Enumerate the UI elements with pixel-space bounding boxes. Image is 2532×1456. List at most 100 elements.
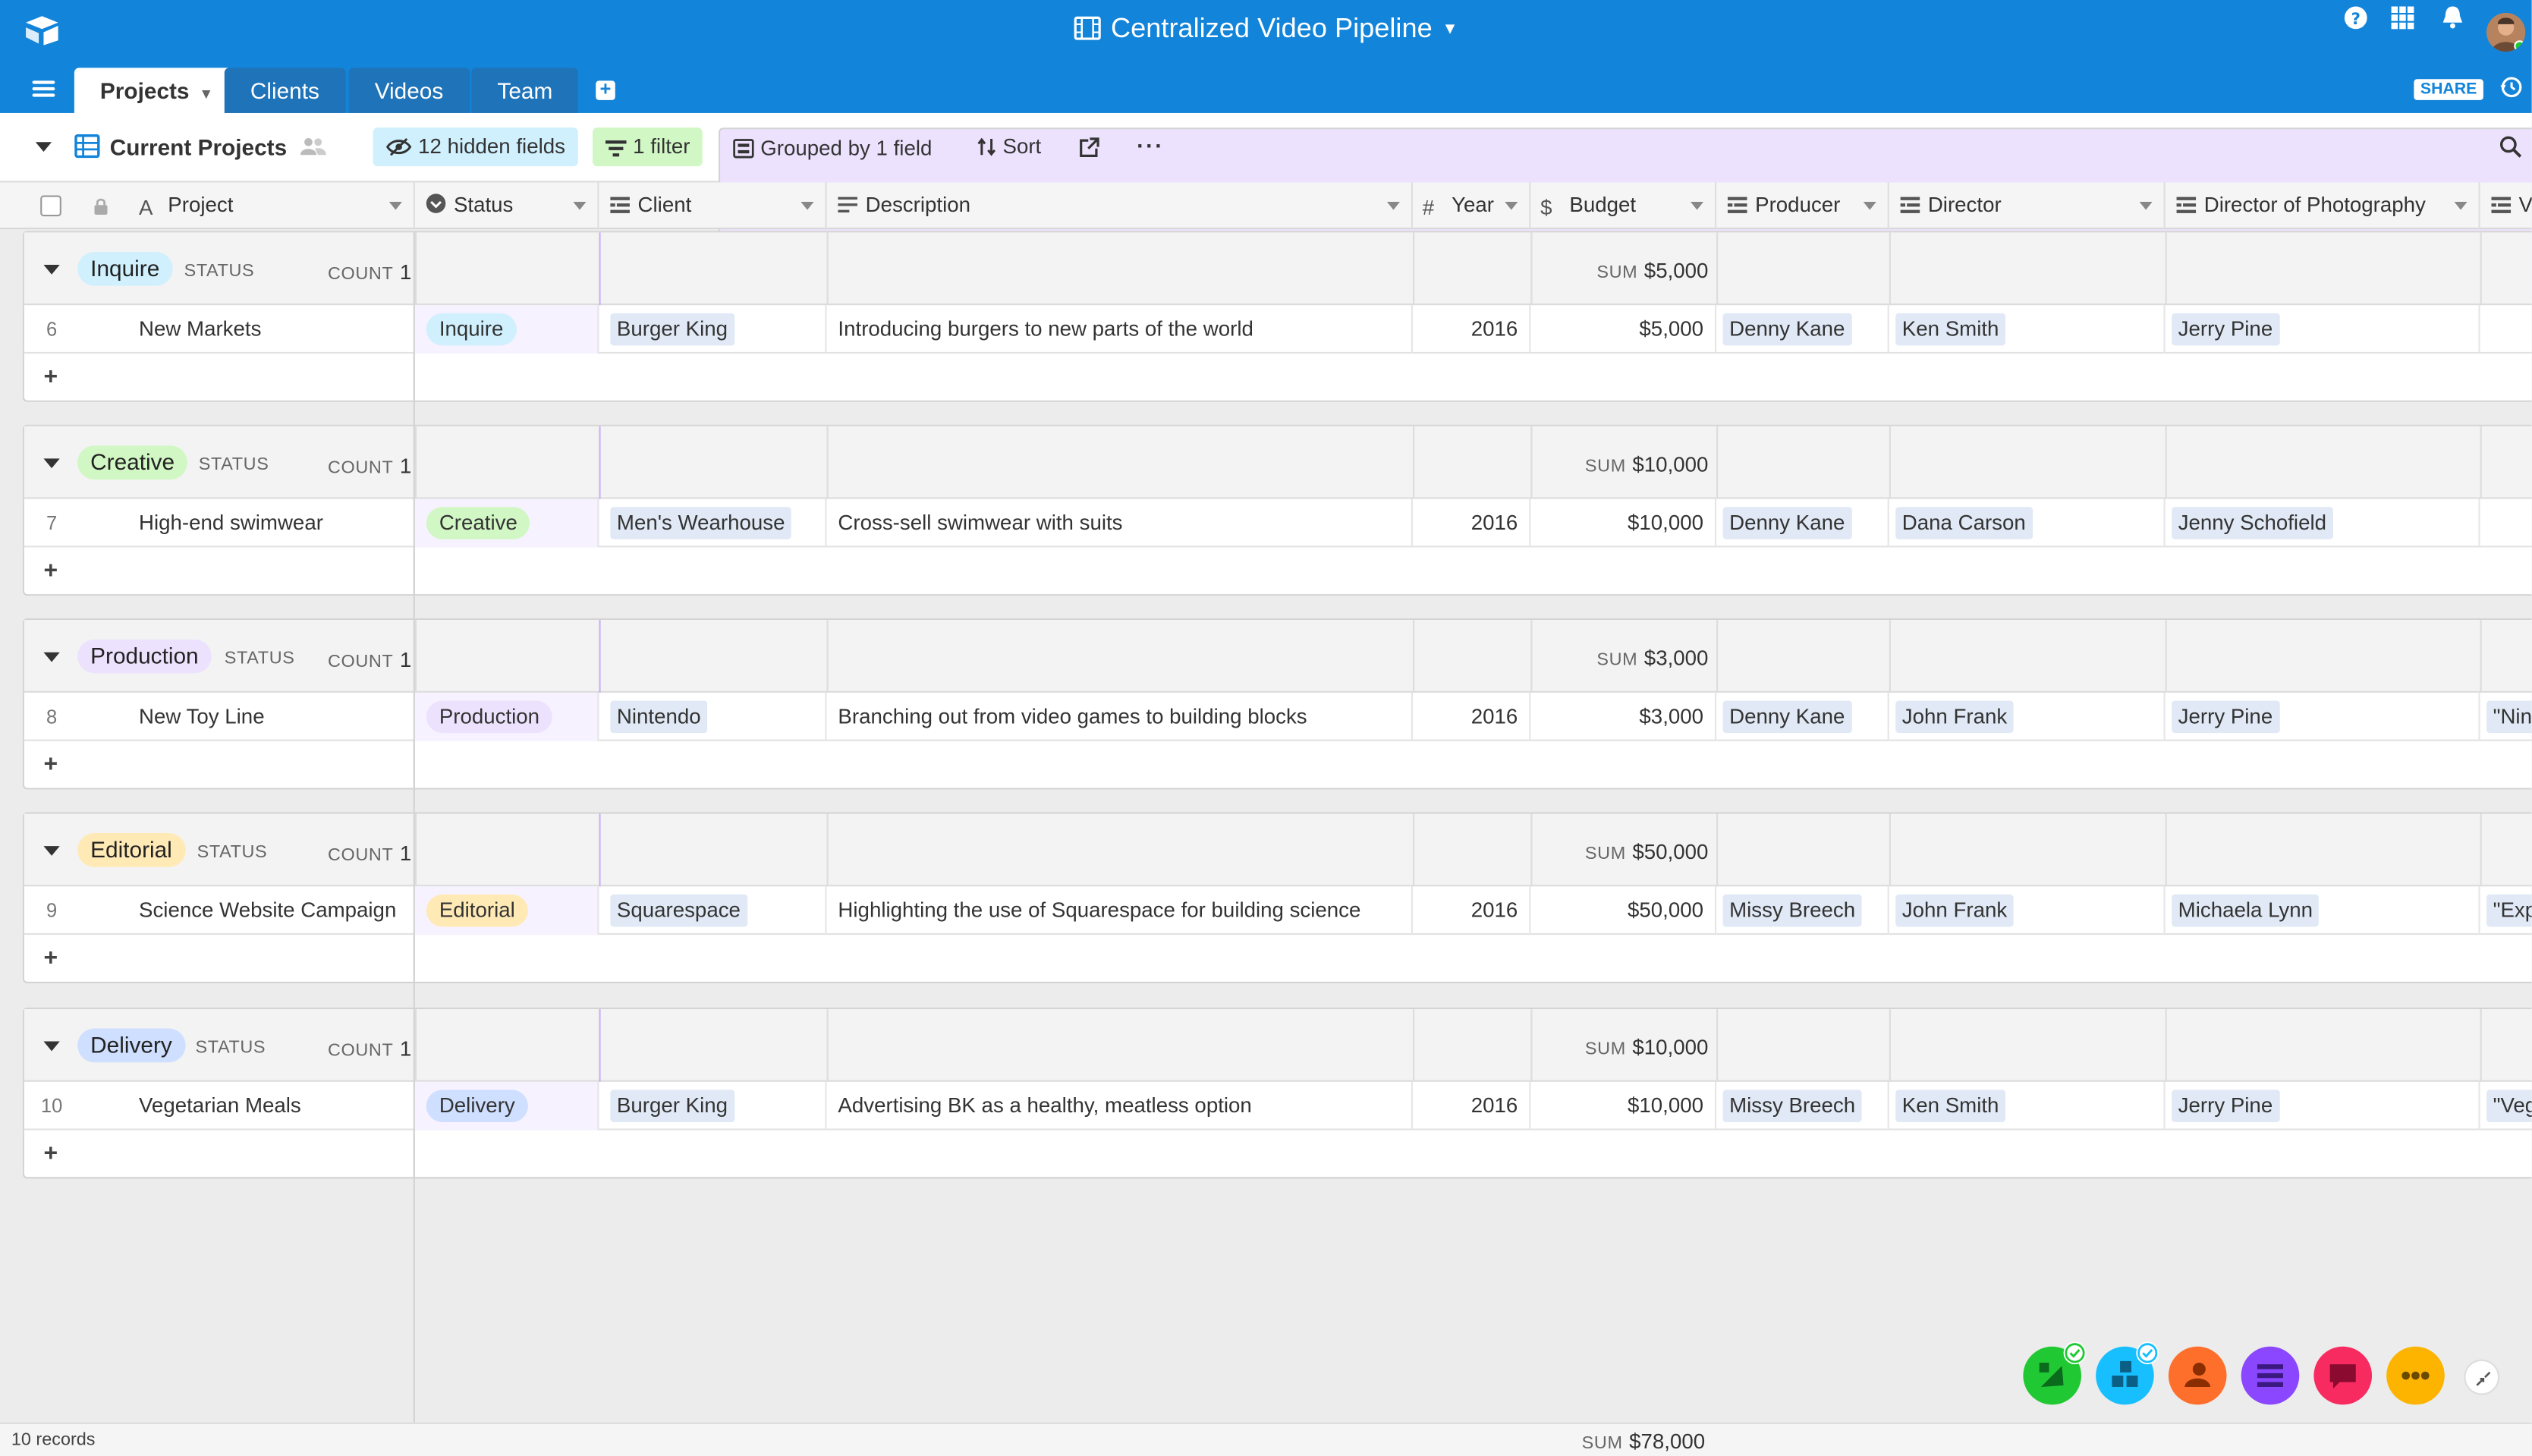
- cell-dop[interactable]: Jerry Pine: [2166, 305, 2480, 354]
- cell-client[interactable]: Nintendo: [599, 692, 827, 741]
- table-row[interactable]: 6 New Markets Inquire Burger King Introd…: [24, 305, 2532, 354]
- linked-record-chip[interactable]: Nintendo: [610, 700, 708, 734]
- cell-description[interactable]: Cross-sell swimwear with suits: [827, 498, 1413, 548]
- collapse-group-icon[interactable]: [43, 264, 60, 275]
- cell-director[interactable]: Ken Smith: [1889, 1081, 2166, 1131]
- linked-record-chip[interactable]: Ken Smith: [1895, 313, 2005, 346]
- cell-project[interactable]: High-end swimwear: [127, 498, 415, 548]
- more-options-button[interactable]: ···: [1137, 132, 1164, 158]
- column-header-director[interactable]: Director: [1889, 182, 2166, 230]
- cell-producer[interactable]: Denny Kane: [1716, 305, 1889, 354]
- hidden-fields-button[interactable]: 12 hidden fields: [373, 127, 578, 167]
- more-apps-icon[interactable]: [2386, 1346, 2445, 1405]
- column-menu-caret-icon[interactable]: [1505, 202, 1518, 210]
- linked-record-chip[interactable]: Jenny Schofield: [2172, 507, 2333, 539]
- user-avatar[interactable]: [2486, 13, 2526, 52]
- cell-director[interactable]: John Frank: [1889, 692, 2166, 741]
- table-row[interactable]: 8 New Toy Line Production Nintendo Branc…: [24, 692, 2532, 741]
- cell-project[interactable]: Vegetarian Meals: [127, 1081, 415, 1131]
- frozen-column-divider[interactable]: [413, 231, 415, 1456]
- add-record-button[interactable]: +: [24, 1130, 415, 1179]
- cell-producer[interactable]: Missy Breech: [1716, 886, 1889, 936]
- linked-record-chip[interactable]: Denny Kane: [1722, 507, 1851, 539]
- add-table-icon[interactable]: +: [596, 79, 615, 100]
- column-header-client[interactable]: Client: [599, 182, 827, 230]
- linked-record-chip[interactable]: Jerry Pine: [2172, 313, 2279, 346]
- cell-year[interactable]: 2016: [1413, 498, 1531, 548]
- cell-director[interactable]: Ken Smith: [1889, 305, 2166, 354]
- cell-client[interactable]: Burger King: [599, 305, 827, 354]
- blocks-app-icon[interactable]: [2096, 1341, 2159, 1405]
- linked-record-chip[interactable]: Denny Kane: [1722, 700, 1851, 734]
- column-header-status[interactable]: Status: [415, 182, 599, 230]
- column-menu-caret-icon[interactable]: [1386, 202, 1400, 210]
- linked-record-chip[interactable]: Michaela Lynn: [2172, 894, 2320, 927]
- column-header-next[interactable]: V: [2480, 182, 2532, 229]
- cell-status[interactable]: Delivery: [414, 1081, 599, 1131]
- cell-project[interactable]: New Markets: [127, 305, 415, 354]
- cell-client[interactable]: Squarespace: [599, 886, 827, 936]
- view-name[interactable]: Current Projects: [110, 134, 287, 160]
- cell-year[interactable]: 2016: [1413, 886, 1531, 936]
- linked-record-chip[interactable]: Jerry Pine: [2172, 700, 2279, 734]
- cell-budget[interactable]: $3,000: [1530, 692, 1717, 741]
- tab-team[interactable]: Team: [471, 68, 579, 113]
- linked-record-chip[interactable]: Burger King: [610, 1090, 734, 1122]
- cell-dop[interactable]: Michaela Lynn: [2166, 886, 2480, 936]
- table-row[interactable]: 7 High-end swimwear Creative Men's Wearh…: [24, 498, 2532, 548]
- cell-budget[interactable]: $5,000: [1530, 305, 1717, 354]
- collapse-group-icon[interactable]: [43, 652, 60, 662]
- linked-record-chip[interactable]: "Exp: [2486, 894, 2532, 927]
- add-record-button[interactable]: +: [24, 935, 415, 983]
- search-icon[interactable]: [2499, 136, 2522, 159]
- column-menu-caret-icon[interactable]: [2454, 202, 2468, 210]
- collapse-group-icon[interactable]: [43, 1041, 60, 1052]
- cell-next[interactable]: "Exp: [2480, 886, 2532, 935]
- base-title[interactable]: Centralized Video Pipeline ▼: [0, 13, 2532, 46]
- page-designer-app-icon[interactable]: [2023, 1341, 2087, 1405]
- linked-record-chip[interactable]: "Nin: [2486, 700, 2532, 734]
- cell-description[interactable]: Branching out from video games to buildi…: [827, 692, 1413, 741]
- column-header-year[interactable]: # Year: [1413, 182, 1531, 230]
- cell-status[interactable]: Editorial: [414, 886, 599, 936]
- column-header-description[interactable]: Description: [827, 182, 1413, 230]
- column-menu-caret-icon[interactable]: [800, 202, 814, 210]
- tab-clients[interactable]: Clients: [224, 68, 345, 113]
- tab-videos[interactable]: Videos: [348, 68, 470, 113]
- linked-record-chip[interactable]: Dana Carson: [1895, 507, 2033, 539]
- cell-project[interactable]: New Toy Line: [127, 692, 415, 741]
- cell-budget[interactable]: $50,000: [1530, 886, 1717, 936]
- cell-status[interactable]: Inquire: [414, 305, 599, 354]
- column-menu-caret-icon[interactable]: [1691, 202, 1704, 210]
- cell-description[interactable]: Highlighting the use of Squarespace for …: [827, 886, 1413, 936]
- cell-status[interactable]: Creative: [414, 498, 599, 548]
- cell-director[interactable]: Dana Carson: [1889, 498, 2166, 548]
- cell-budget[interactable]: $10,000: [1530, 1081, 1717, 1131]
- total-budget-sum[interactable]: SUM $78,000: [1582, 1429, 1705, 1453]
- linked-record-chip[interactable]: John Frank: [1895, 700, 2014, 734]
- cell-client[interactable]: Burger King: [599, 1081, 827, 1131]
- cell-director[interactable]: John Frank: [1889, 886, 2166, 936]
- cell-description[interactable]: Advertising BK as a healthy, meatless op…: [827, 1081, 1413, 1131]
- cell-year[interactable]: 2016: [1413, 305, 1531, 354]
- sort-button[interactable]: Sort: [964, 127, 1054, 166]
- column-header-producer[interactable]: Producer: [1716, 182, 1889, 230]
- share-view-icon[interactable]: [1079, 137, 1100, 159]
- cell-next[interactable]: "Nin: [2480, 693, 2532, 741]
- table-row[interactable]: 9 Science Website Campaign Editorial Squ…: [24, 886, 2532, 936]
- cell-dop[interactable]: Jerry Pine: [2166, 1081, 2480, 1131]
- table-row[interactable]: 10 Vegetarian Meals Delivery Burger King…: [24, 1081, 2532, 1131]
- contact-app-icon[interactable]: [2168, 1346, 2227, 1405]
- filter-button[interactable]: 1 filter: [592, 127, 703, 167]
- view-switcher-caret-icon[interactable]: [35, 142, 52, 153]
- cell-dop[interactable]: Jenny Schofield: [2166, 498, 2480, 548]
- cell-next[interactable]: [2480, 305, 2532, 354]
- cell-producer[interactable]: Denny Kane: [1716, 692, 1889, 741]
- column-menu-caret-icon[interactable]: [1863, 202, 1876, 210]
- cell-producer[interactable]: Denny Kane: [1716, 498, 1889, 548]
- linked-record-chip[interactable]: Missy Breech: [1722, 1090, 1862, 1122]
- add-record-button[interactable]: +: [24, 547, 415, 596]
- cell-year[interactable]: 2016: [1413, 692, 1531, 741]
- cell-dop[interactable]: Jerry Pine: [2166, 692, 2480, 741]
- list-app-icon[interactable]: [2241, 1346, 2300, 1405]
